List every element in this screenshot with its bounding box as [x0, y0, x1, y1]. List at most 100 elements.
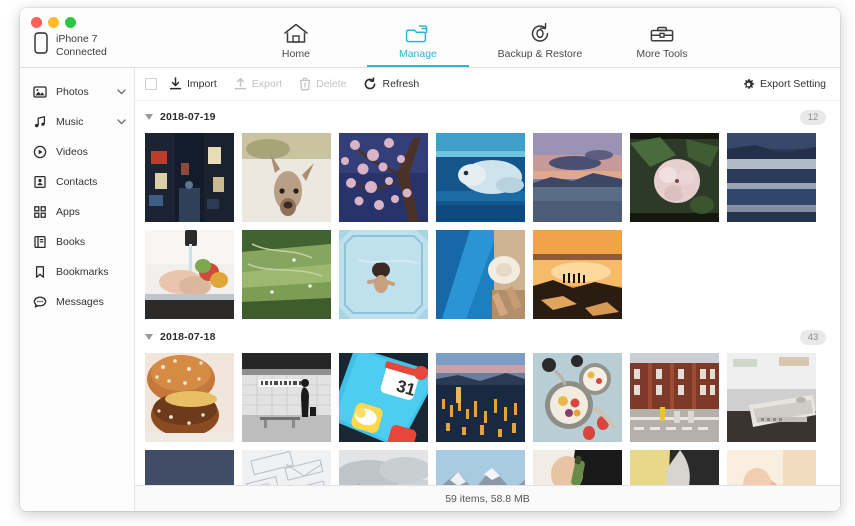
device-text: iPhone 7 Connected: [56, 33, 107, 59]
import-label: Import: [187, 78, 217, 90]
photo-grid: [145, 129, 840, 321]
select-all-checkbox[interactable]: [145, 78, 157, 90]
refresh-button[interactable]: Refresh: [363, 77, 419, 91]
sidebar-item-contacts[interactable]: Contacts: [20, 167, 134, 197]
toolbar: Import Export Delete Refresh Export Sett…: [135, 68, 840, 101]
photo-thumbnail[interactable]: [533, 353, 622, 442]
group-date: 2018-07-19: [160, 111, 216, 123]
group-header: 2018-07-19 12: [145, 105, 840, 129]
photo-grid: 31: [145, 349, 840, 485]
photo-thumbnail[interactable]: [242, 230, 331, 319]
group-count-badge: 12: [800, 109, 826, 125]
export-setting-button[interactable]: Export Setting: [742, 78, 826, 91]
message-icon: [33, 295, 47, 309]
folder-icon: [405, 21, 431, 45]
sidebar-item-videos[interactable]: Videos: [20, 137, 134, 167]
nav-tabs: Home Manage Backup & Restore More Tools: [235, 8, 723, 67]
photo-thumbnail[interactable]: [630, 353, 719, 442]
app-body: Photos Music Videos Contacts Apps Books …: [20, 68, 840, 511]
photo-thumbnail[interactable]: [727, 133, 816, 222]
sidebar-item-messages-label: Messages: [56, 296, 104, 308]
photo-thumbnail[interactable]: [436, 353, 525, 442]
collapse-caret-icon[interactable]: [145, 114, 153, 120]
chevron-down-icon[interactable]: [117, 86, 126, 98]
status-text: 59 items, 58.8 MB: [445, 492, 530, 505]
home-icon: [283, 21, 309, 45]
chevron-down-icon[interactable]: [117, 116, 126, 128]
export-button[interactable]: Export: [234, 77, 282, 91]
content-area: Import Export Delete Refresh Export Sett…: [135, 68, 840, 511]
photo-thumbnail[interactable]: [145, 133, 234, 222]
sidebar-item-videos-label: Videos: [56, 146, 88, 158]
sidebar-item-bookmarks[interactable]: Bookmarks: [20, 257, 134, 287]
photo-thumbnail[interactable]: [436, 450, 525, 485]
photo-thumbnail[interactable]: [145, 230, 234, 319]
sidebar-item-books-label: Books: [56, 236, 86, 248]
trash-icon: [299, 77, 311, 91]
refresh-label: Refresh: [382, 78, 420, 90]
titlebar: iPhone 7 Connected Home Manage Backup & …: [20, 8, 840, 68]
group-date: 2018-07-18: [160, 331, 216, 343]
photo-thumbnail[interactable]: [436, 133, 525, 222]
photo-thumbnail[interactable]: [339, 450, 428, 485]
photo-thumbnail[interactable]: [630, 450, 719, 485]
tab-home[interactable]: Home: [235, 8, 357, 67]
photo-thumbnail[interactable]: 31: [339, 353, 428, 442]
restore-icon: [527, 21, 553, 45]
apps-icon: [33, 205, 47, 219]
tab-backup-restore-label: Backup & Restore: [497, 47, 583, 60]
book-icon: [33, 235, 47, 249]
photo-thumbnail[interactable]: [339, 133, 428, 222]
photo-thumbnail[interactable]: [533, 230, 622, 319]
photo-thumbnail[interactable]: [436, 230, 525, 319]
sidebar-item-books[interactable]: Books: [20, 227, 134, 257]
tab-more-tools-label: More Tools: [636, 47, 688, 60]
bookmark-icon: [33, 265, 47, 279]
sidebar-item-music-label: Music: [56, 116, 84, 128]
photo-thumbnail[interactable]: [145, 353, 234, 442]
zoom-button[interactable]: [65, 17, 76, 28]
sidebar-item-photos[interactable]: Photos: [20, 77, 134, 107]
group-header: 2018-07-18 43: [145, 325, 840, 349]
photo-thumbnail[interactable]: [242, 353, 331, 442]
gear-icon: [742, 78, 755, 91]
tab-home-label: Home: [281, 47, 310, 60]
tab-manage[interactable]: Manage: [357, 8, 479, 67]
titlebar-spacer: [723, 8, 840, 67]
sidebar-item-contacts-label: Contacts: [56, 176, 98, 188]
sidebar-item-apps[interactable]: Apps: [20, 197, 134, 227]
sidebar-item-bookmarks-label: Bookmarks: [56, 266, 109, 278]
device-status: Connected: [56, 45, 107, 58]
photo-thumbnail[interactable]: [242, 450, 331, 485]
minimize-button[interactable]: [48, 17, 59, 28]
photo-scroll-area[interactable]: 2018-07-19 12 2018-07-18 43 31: [135, 101, 840, 485]
group-count-badge: 43: [800, 329, 826, 345]
sidebar-item-apps-label: Apps: [56, 206, 80, 218]
music-icon: [33, 115, 47, 129]
collapse-caret-icon[interactable]: [145, 334, 153, 340]
export-label: Export: [251, 78, 283, 90]
status-bar: 59 items, 58.8 MB: [135, 485, 840, 511]
app-window: iPhone 7 Connected Home Manage Backup & …: [20, 8, 840, 511]
photo-thumbnail[interactable]: [533, 133, 622, 222]
sidebar: Photos Music Videos Contacts Apps Books …: [20, 68, 135, 511]
tab-manage-label: Manage: [398, 47, 437, 60]
photo-thumbnail[interactable]: [533, 450, 622, 485]
device-name: iPhone 7: [56, 32, 98, 45]
photo-thumbnail[interactable]: [339, 230, 428, 319]
video-icon: [33, 145, 47, 159]
delete-button[interactable]: Delete: [299, 77, 346, 91]
photo-thumbnail[interactable]: [727, 450, 816, 485]
photo-thumbnail[interactable]: [727, 353, 816, 442]
sidebar-item-music[interactable]: Music: [20, 107, 134, 137]
photo-thumbnail[interactable]: [630, 133, 719, 222]
delete-label: Delete: [316, 78, 347, 90]
tab-more-tools[interactable]: More Tools: [601, 8, 723, 67]
import-button[interactable]: Import: [169, 77, 217, 91]
phone-icon: [34, 32, 48, 59]
close-button[interactable]: [31, 17, 42, 28]
photo-thumbnail[interactable]: [242, 133, 331, 222]
photo-thumbnail[interactable]: [145, 450, 234, 485]
sidebar-item-messages[interactable]: Messages: [20, 287, 134, 317]
tab-backup-restore[interactable]: Backup & Restore: [479, 8, 601, 67]
